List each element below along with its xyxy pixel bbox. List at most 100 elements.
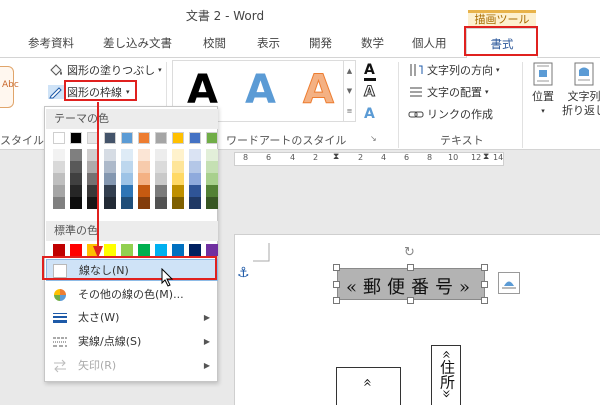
theme-shade-swatch[interactable] <box>70 185 82 197</box>
theme-shade-swatch[interactable] <box>53 161 65 173</box>
text-outline-icon[interactable]: A <box>364 84 376 101</box>
shape-style-preview[interactable]: Abc <box>0 66 19 108</box>
theme-shade-swatch[interactable] <box>189 173 201 185</box>
dashes-item[interactable]: 実線/点線(S) ▶ <box>46 331 218 353</box>
resize-handle[interactable] <box>333 297 340 304</box>
theme-shade-swatch[interactable] <box>138 161 150 173</box>
theme-shade-swatch[interactable] <box>121 161 133 173</box>
text-fill-icon[interactable]: A <box>364 62 375 78</box>
theme-shade-swatch[interactable] <box>121 149 133 161</box>
theme-color-swatch[interactable] <box>53 132 65 144</box>
theme-color-swatch[interactable] <box>70 132 82 144</box>
theme-shade-swatch[interactable] <box>70 173 82 185</box>
theme-shade-swatch[interactable] <box>104 161 116 173</box>
theme-color-swatch[interactable] <box>206 132 218 144</box>
text-align-button[interactable]: 文字の配置 ▾ <box>408 84 489 100</box>
postal-code-field[interactable]: «郵便番号» <box>338 273 484 299</box>
standard-color-swatch[interactable] <box>53 244 65 256</box>
theme-color-swatch[interactable] <box>172 132 184 144</box>
text-direction-button[interactable]: 文字列の方向 ▾ <box>408 62 500 78</box>
wordart-style-orange[interactable]: A <box>303 65 335 115</box>
resize-handle[interactable] <box>333 264 340 271</box>
standard-color-swatch[interactable] <box>138 244 150 256</box>
wordart-style-blue[interactable]: A <box>245 65 276 115</box>
theme-shade-swatch[interactable] <box>172 185 184 197</box>
tab-math[interactable]: 数学 <box>361 35 384 51</box>
standard-color-swatch[interactable] <box>121 244 133 256</box>
gallery-down-icon[interactable]: ▼ <box>343 81 355 101</box>
tab-review[interactable]: 校閲 <box>203 35 226 51</box>
indent-marker-icon[interactable]: ⧗ <box>333 152 339 162</box>
create-link-button[interactable]: リンクの作成 <box>408 106 493 122</box>
standard-color-swatch[interactable] <box>104 244 116 256</box>
postal-code-textbox[interactable]: «郵便番号» <box>337 268 485 300</box>
resize-handle[interactable] <box>481 264 488 271</box>
shape-fill-button[interactable]: 図形の塗りつぶし ▾ <box>48 62 162 78</box>
wrap-text-button[interactable]: 文字列 折り返し <box>562 62 600 118</box>
standard-color-swatch[interactable] <box>70 244 82 256</box>
theme-shade-swatch[interactable] <box>206 173 218 185</box>
theme-shade-swatch[interactable] <box>138 149 150 161</box>
theme-color-swatch[interactable] <box>155 132 167 144</box>
resize-handle[interactable] <box>407 264 414 271</box>
theme-color-swatch[interactable] <box>189 132 201 144</box>
theme-shade-swatch[interactable] <box>155 173 167 185</box>
theme-shade-swatch[interactable] <box>206 149 218 161</box>
standard-color-swatch[interactable] <box>155 244 167 256</box>
theme-shade-swatch[interactable] <box>138 173 150 185</box>
standard-color-swatch[interactable] <box>172 244 184 256</box>
theme-shade-swatch[interactable] <box>53 197 65 209</box>
address-field[interactable]: «住所» <box>437 350 458 398</box>
theme-shade-swatch[interactable] <box>121 185 133 197</box>
theme-shade-swatch[interactable] <box>121 197 133 209</box>
rotate-handle-icon[interactable]: ↻ <box>404 245 415 260</box>
theme-shade-swatch[interactable] <box>104 173 116 185</box>
right-indent-marker-icon[interactable]: ⧗ <box>483 152 489 162</box>
resize-handle[interactable] <box>333 281 340 288</box>
theme-shade-swatch[interactable] <box>70 197 82 209</box>
theme-shade-swatch[interactable] <box>172 173 184 185</box>
theme-shade-swatch[interactable] <box>53 185 65 197</box>
tab-mailings[interactable]: 差し込み文書 <box>103 35 172 51</box>
theme-shade-swatch[interactable] <box>70 149 82 161</box>
gallery-up-icon[interactable]: ▲ <box>343 61 355 81</box>
resize-handle[interactable] <box>481 281 488 288</box>
theme-shade-swatch[interactable] <box>104 185 116 197</box>
standard-color-swatch[interactable] <box>206 244 218 256</box>
text-effects-icon[interactable]: A <box>364 106 375 122</box>
dialog-launcher-icon[interactable]: ↘ <box>370 134 377 143</box>
tab-personal[interactable]: 個人用 <box>412 35 447 51</box>
weight-item[interactable]: 太さ(W) ▶ <box>46 307 218 329</box>
layout-options-button[interactable] <box>498 272 520 294</box>
theme-shade-swatch[interactable] <box>189 185 201 197</box>
theme-shade-swatch[interactable] <box>206 185 218 197</box>
document-page[interactable]: ⚓ <box>234 234 600 405</box>
tab-view[interactable]: 表示 <box>257 35 280 51</box>
theme-shade-swatch[interactable] <box>138 185 150 197</box>
theme-shade-swatch[interactable] <box>121 173 133 185</box>
theme-shade-swatch[interactable] <box>189 197 201 209</box>
resize-handle[interactable] <box>407 297 414 304</box>
theme-shade-swatch[interactable] <box>104 149 116 161</box>
theme-shade-swatch[interactable] <box>70 161 82 173</box>
address-textbox[interactable]: «住所» <box>431 345 461 405</box>
position-button[interactable]: 位置 ▾ <box>528 62 558 118</box>
theme-shade-swatch[interactable] <box>53 149 65 161</box>
theme-shade-swatch[interactable] <box>189 161 201 173</box>
tab-references[interactable]: 参考資料 <box>28 35 74 51</box>
theme-color-swatch[interactable] <box>121 132 133 144</box>
theme-shade-swatch[interactable] <box>155 185 167 197</box>
theme-shade-swatch[interactable] <box>155 197 167 209</box>
theme-shade-swatch[interactable] <box>189 149 201 161</box>
tab-developer[interactable]: 開発 <box>309 35 332 51</box>
theme-shade-swatch[interactable] <box>206 197 218 209</box>
theme-color-swatch[interactable] <box>104 132 116 144</box>
theme-shade-swatch[interactable] <box>53 173 65 185</box>
more-outline-colors-item[interactable]: その他の線の色(M)... <box>46 284 218 306</box>
theme-shade-swatch[interactable] <box>155 149 167 161</box>
anchor-icon[interactable]: ⚓ <box>237 265 250 281</box>
horizontal-ruler[interactable]: 8 6 4 2 ⧗ 2 4 6 8 10 ⧗ 12 14 <box>234 152 504 166</box>
theme-shade-swatch[interactable] <box>172 149 184 161</box>
vertical-textbox[interactable]: « <box>336 367 401 405</box>
standard-color-swatch[interactable] <box>189 244 201 256</box>
